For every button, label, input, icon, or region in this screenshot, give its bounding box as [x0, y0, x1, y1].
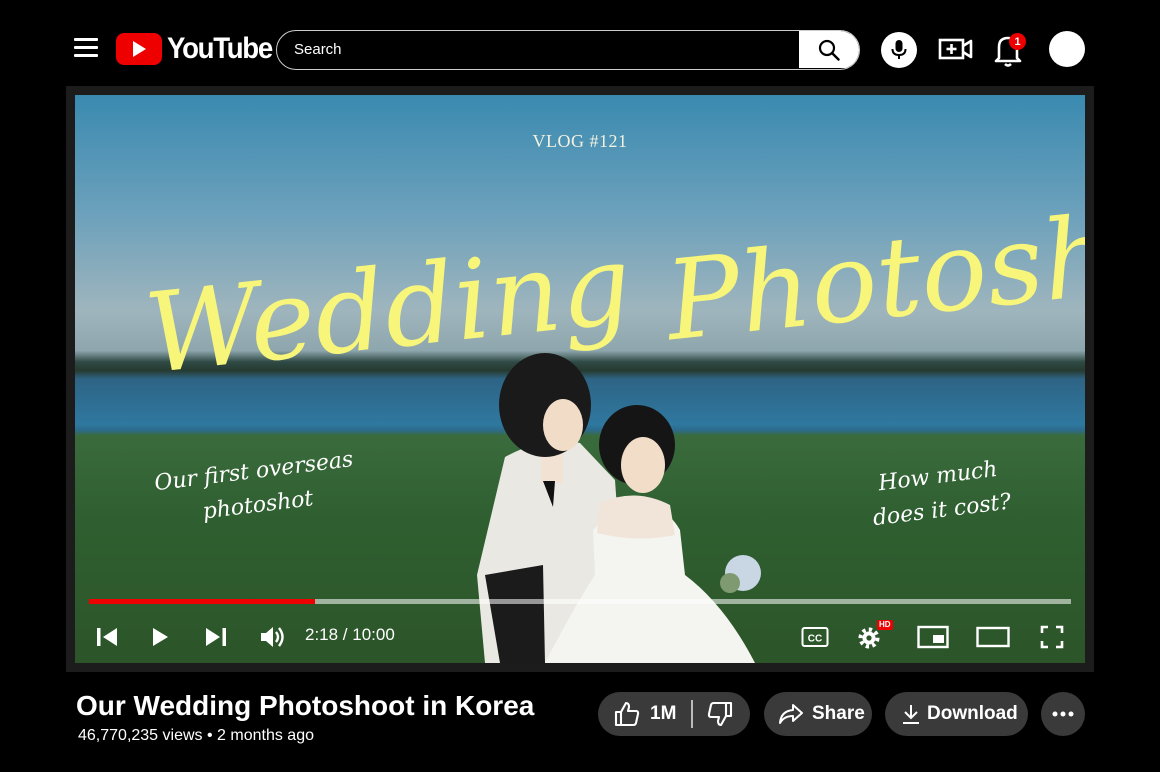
thumbs-up-icon [614, 701, 640, 727]
download-label: Download [927, 703, 1018, 724]
search-input[interactable] [277, 31, 801, 68]
video-meta: 46,770,235 views • 2 months ago [78, 727, 314, 745]
miniplayer-icon [917, 625, 949, 649]
share-icon [779, 704, 803, 724]
more-actions-button[interactable] [1041, 692, 1085, 736]
miniplayer-button[interactable] [917, 624, 949, 650]
notification-count-badge: 1 [1009, 33, 1026, 50]
thumbs-down-icon [707, 701, 732, 727]
next-button[interactable] [203, 624, 229, 650]
video-camera-plus-icon [938, 38, 973, 60]
download-button[interactable]: Download [885, 692, 1028, 736]
like-button[interactable]: 1M [598, 692, 676, 736]
video-player[interactable]: VLOG #121 Wedding Photoshoot Our first o… [66, 86, 1094, 672]
vlog-label: VLOG #121 [532, 131, 628, 151]
voice-search-button[interactable] [881, 32, 917, 68]
youtube-logo[interactable]: YouTube [116, 32, 281, 66]
create-video-button[interactable] [938, 33, 974, 65]
video-title: Our Wedding Photoshoot in Korea [76, 690, 535, 721]
play-button[interactable] [149, 624, 171, 650]
volume-icon [261, 627, 284, 647]
microphone-icon [891, 40, 907, 59]
view-count: 46,770,235 views [78, 727, 203, 744]
menu-icon[interactable] [74, 38, 98, 58]
play-logo-icon [116, 33, 162, 65]
logo-text: YouTube [167, 32, 273, 65]
overlay-note-left: Our first overseas photoshot [153, 447, 355, 525]
top-bar: YouTube 1 [0, 0, 1160, 96]
video-frame[interactable]: VLOG #121 Wedding Photoshoot Our first o… [75, 95, 1085, 663]
search-icon [818, 39, 840, 61]
dislike-button[interactable] [693, 692, 733, 736]
like-count: 1M [650, 703, 677, 724]
share-button[interactable]: Share [764, 692, 872, 736]
previous-button[interactable] [94, 624, 120, 650]
download-icon [903, 705, 919, 724]
theater-mode-icon [976, 626, 1010, 648]
theater-mode-button[interactable] [975, 624, 1011, 650]
hd-badge: HD [877, 620, 893, 630]
settings-button[interactable]: HD [855, 620, 893, 650]
skip-previous-icon [97, 628, 117, 646]
fullscreen-button[interactable] [1039, 624, 1065, 650]
time-display: 2:18 / 10:00 [305, 625, 395, 644]
more-horizontal-icon [1052, 711, 1074, 717]
volume-button[interactable] [258, 624, 288, 650]
progress-bar[interactable] [89, 599, 1071, 604]
search-box [276, 30, 860, 70]
closed-captions-icon: CC [801, 627, 829, 647]
play-icon [152, 628, 168, 646]
skip-next-icon [206, 628, 226, 646]
upload-date: 2 months ago [217, 727, 314, 744]
like-dislike-group: 1M [598, 692, 750, 736]
overlay-title-right: Photoshoot [660, 172, 1085, 366]
avatar[interactable] [1049, 31, 1085, 67]
meta-separator: • [206, 727, 218, 744]
svg-text:CC: CC [808, 634, 822, 645]
share-label: Share [812, 703, 865, 724]
search-button[interactable] [799, 31, 859, 68]
progress-fill [89, 599, 315, 604]
overlay-note-right: How much does it cost? [871, 456, 1013, 532]
captions-button[interactable]: CC [801, 624, 829, 650]
fullscreen-icon [1040, 625, 1064, 649]
